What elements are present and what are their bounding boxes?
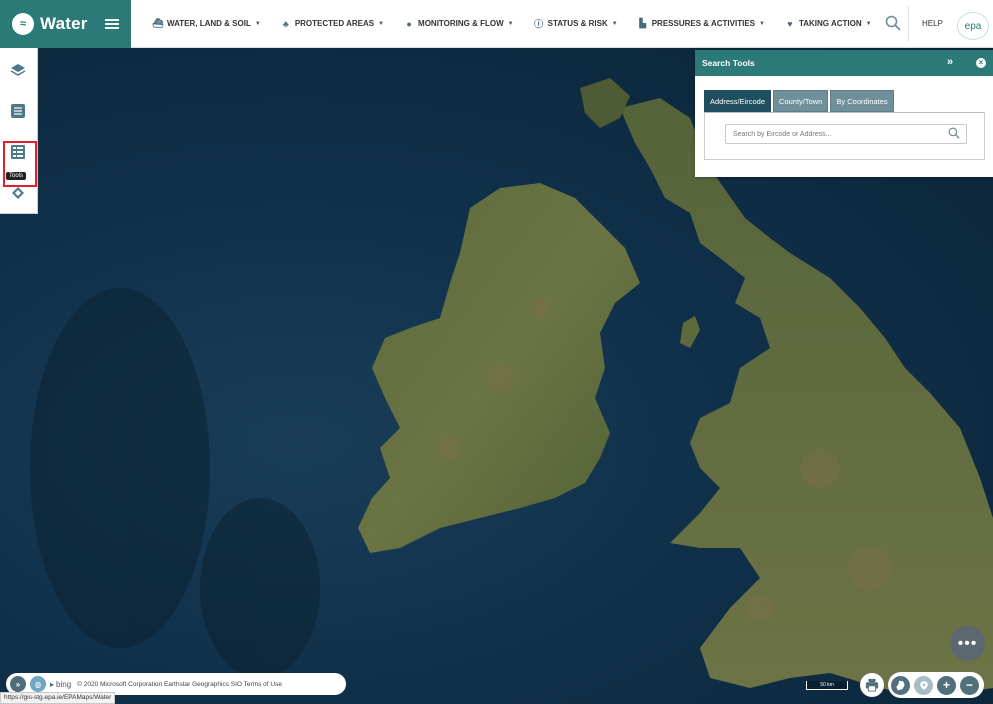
nav-label: STATUS & RISK xyxy=(547,19,608,28)
tools-icon[interactable] xyxy=(10,103,26,119)
nav-water-land-soil[interactable]: ⛴ WATER, LAND & SOIL ▼ xyxy=(152,18,261,29)
nav-label: MONITORING & FLOW xyxy=(418,19,504,28)
water-drop-icon: ● xyxy=(406,18,412,29)
water-logo-icon: ≈ xyxy=(12,12,34,35)
search-icon[interactable] xyxy=(948,127,960,139)
nav-taking-action[interactable]: ♥ TAKING ACTION ▼ xyxy=(785,18,872,29)
ireland-extent-button[interactable] xyxy=(891,675,910,695)
help-link[interactable]: HELP xyxy=(922,19,943,28)
factory-icon: ▙ xyxy=(639,18,647,28)
collapse-panel-icon[interactable]: » xyxy=(947,56,953,68)
zoom-in-button[interactable]: + xyxy=(937,675,956,695)
tab-content xyxy=(704,112,985,160)
tab-county-town[interactable]: County/Town xyxy=(773,90,829,112)
protected-area-icon: ♣ xyxy=(282,18,289,29)
print-button[interactable] xyxy=(860,673,884,697)
basemap-icon[interactable] xyxy=(10,185,26,201)
brand-bar: ≈ Water xyxy=(0,0,131,48)
hamburger-menu-icon[interactable] xyxy=(105,18,119,29)
left-toolbar: Tools xyxy=(0,48,38,214)
panel-title: Search Tools xyxy=(702,58,755,68)
bing-logo: ▸ bing xyxy=(50,679,72,689)
close-panel-icon[interactable]: × xyxy=(976,58,986,68)
ocean-texture xyxy=(30,288,320,678)
scale-bar: 50 km xyxy=(806,681,848,690)
search-tabs: Address/Eircode County/Town By Coordinat… xyxy=(704,90,896,112)
isle-of-man xyxy=(680,316,700,348)
chevron-down-icon: ▼ xyxy=(865,20,872,27)
globe-icon: ◍ xyxy=(30,676,46,692)
map-controls: + − xyxy=(888,672,984,698)
nav-label: PROTECTED AREAS xyxy=(294,19,375,28)
chevron-down-icon: ▼ xyxy=(254,20,261,27)
chevron-down-icon: ▼ xyxy=(507,20,514,27)
search-icon[interactable] xyxy=(885,15,901,31)
nav-label: WATER, LAND & SOIL xyxy=(167,19,251,28)
nav-protected-areas[interactable]: ♣ PROTECTED AREAS ▼ xyxy=(281,19,384,29)
copyright-text[interactable]: © 2020 Microsoft Corporation Earthstar G… xyxy=(77,681,282,688)
header-divider xyxy=(908,6,909,42)
chevron-down-icon: ▼ xyxy=(611,20,618,27)
chevron-down-icon: ▼ xyxy=(759,20,765,27)
info-icon: ⓘ xyxy=(534,19,544,29)
ireland-icon xyxy=(896,680,905,690)
top-header: ≈ Water ⛴ WATER, LAND & SOIL ▼ ♣ PROTECT… xyxy=(0,0,993,48)
search-tools-panel: Search Tools » × Address/Eircode County/… xyxy=(695,50,993,177)
tools-tooltip: Tools xyxy=(6,172,27,180)
tab-address-eircode[interactable]: Address/Eircode xyxy=(704,90,772,112)
chevron-down-icon: ▼ xyxy=(378,20,385,27)
nav-label: PRESSURES & ACTIVITIES xyxy=(651,19,755,28)
main-nav: ⛴ WATER, LAND & SOIL ▼ ♣ PROTECTED AREAS… xyxy=(152,0,892,48)
nav-label: TAKING ACTION xyxy=(798,19,862,28)
boat-icon: ⛴ xyxy=(152,18,164,28)
panel-header: Search Tools » × xyxy=(695,50,993,76)
print-icon xyxy=(865,678,879,692)
tab-by-coordinates[interactable]: By Coordinates xyxy=(830,90,894,112)
expand-attribution-icon[interactable]: » xyxy=(10,676,26,692)
more-options-button[interactable]: ••• xyxy=(950,626,985,661)
layers-icon[interactable] xyxy=(10,62,26,78)
britain-landmass xyxy=(620,98,993,698)
app-title: Water xyxy=(40,13,88,33)
legend-list-icon[interactable] xyxy=(10,144,26,160)
epa-logo[interactable]: epa xyxy=(957,12,989,40)
nav-status-risk[interactable]: ⓘ STATUS & RISK ▼ xyxy=(534,19,618,29)
heart-icon: ♥ xyxy=(787,18,793,29)
location-pin-icon xyxy=(919,680,928,690)
locate-button[interactable] xyxy=(914,675,933,695)
nav-pressures-activities[interactable]: ▙ PRESSURES & ACTIVITIES ▼ xyxy=(638,18,765,29)
scotland-islands xyxy=(580,78,630,128)
zoom-out-button[interactable]: − xyxy=(960,675,979,695)
address-search-input[interactable] xyxy=(725,124,967,144)
nav-monitoring-flow[interactable]: ● MONITORING & FLOW ▼ xyxy=(404,18,514,29)
status-url: https://gis-stg.epa.ie/EPAMaps/Water xyxy=(0,692,116,704)
